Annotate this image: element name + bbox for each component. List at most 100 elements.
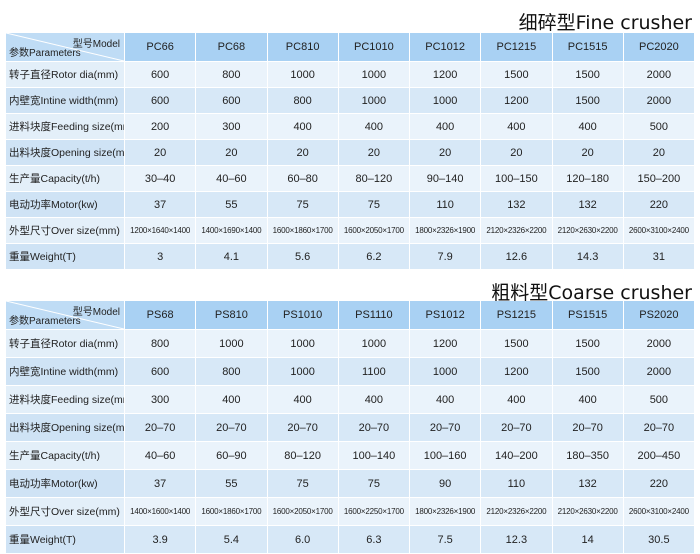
fine-crusher-title: 细碎型Fine crusher [518,12,692,34]
table-cell: 2120×2630×2200 [552,498,623,525]
table-cell: 2600×3100×2400 [623,218,694,243]
header-row: 型号Model 参数Parameters PS68 PS810 PS1010 PS1110… [6,301,694,329]
table-cell: 55 [196,470,267,497]
table-row: 出料块度Opening size(mm)2020202020202020 [6,140,694,165]
table-cell: 20–70 [481,414,552,441]
table-cell: 1000 [267,330,338,357]
coarse-crusher-table: 型号Model 参数Parameters PS68 PS810 PS1010 PS1110… [5,300,695,554]
table-cell: 90–140 [410,166,481,191]
table-cell: 500 [623,386,694,413]
table-cell: 90 [410,470,481,497]
table-row: 重量Weight(T) 3 4.1 5.6 6.2 7.9 12.6 14.3 31 [6,244,694,269]
model-header: PS1012 [410,301,481,329]
model-header: PS68 [125,301,196,329]
row-label: 内壁宽Intine width(mm) [6,358,124,385]
table-cell: 75 [267,470,338,497]
table-cell: 3.9 [125,526,196,553]
table-cell: 110 [481,470,552,497]
table-cell: 600 [125,62,196,87]
model-header: PS810 [196,301,267,329]
table-cell: 7.9 [410,244,481,269]
table-cell: 1200×1640×1400 [125,218,196,243]
table-cell: 2120×2326×2200 [481,498,552,525]
table-cell: 2000 [623,62,694,87]
table-cell: 80–120 [338,166,409,191]
table-cell: 1600×1860×1700 [196,498,267,525]
table-cell: 100–160 [410,442,481,469]
table-cell: 2000 [623,358,694,385]
table-cell: 1000 [410,358,481,385]
table-cell: 2600×3100×2400 [623,498,694,525]
table-cell: 1600×2250×1700 [338,498,409,525]
table-cell: 5.6 [267,244,338,269]
table-cell: 180–350 [552,442,623,469]
header-row: 型号Model 参数Parameters PC66 PC68 PC810 PC1010 PC… [6,33,694,61]
table-row: 重量Weight(T) 3.9 5.4 6.0 6.3 7.5 12.3 14 30.5 [6,526,694,553]
table-cell: 1200 [481,88,552,113]
table-cell: 1500 [552,330,623,357]
table-cell: 20 [410,140,481,165]
model-header: PS1215 [481,301,552,329]
table-cell: 2120×2630×2200 [552,218,623,243]
table-cell: 1600×2050×1700 [267,498,338,525]
table-cell: 20–70 [410,414,481,441]
table-row: 电动功率Motor(kw) 37 55 75 75 90 110 132 220 [6,470,694,497]
table-cell: 20 [481,140,552,165]
table-cell: 400 [410,386,481,413]
table-cell: 1000 [196,330,267,357]
table-cell: 20 [552,140,623,165]
table-cell: 400 [267,114,338,139]
table-cell: 20 [125,140,196,165]
table-cell: 1200 [410,330,481,357]
table-cell: 37 [125,192,196,217]
table-cell: 100–150 [481,166,552,191]
row-label: 外型尺寸Over size(mm) [6,218,124,243]
row-label: 转子直径Rotor dia(mm) [6,62,124,87]
model-header: PC1515 [552,33,623,61]
table-cell: 800 [196,62,267,87]
table-cell: 1000 [267,358,338,385]
table-cell: 60–80 [267,166,338,191]
table-cell: 20–70 [552,414,623,441]
table-cell: 1500 [481,62,552,87]
table-cell: 200–450 [623,442,694,469]
model-header: PS1110 [338,301,409,329]
model-header: PS1515 [552,301,623,329]
corner-params-label: 参数Parameters [9,48,81,59]
table-cell: 1500 [481,330,552,357]
table-cell: 220 [623,470,694,497]
table-row: 出料块度Opening size(mm)20–7020–7020–7020–70… [6,414,694,441]
table-cell: 400 [338,386,409,413]
table-cell: 1800×2326×1900 [410,218,481,243]
table-cell: 1000 [410,88,481,113]
table-cell: 40–60 [196,166,267,191]
model-header: PC810 [267,33,338,61]
corner-params-label: 参数Parameters [9,316,81,327]
table-cell: 1000 [338,62,409,87]
row-label: 电动功率Motor(kw) [6,192,124,217]
table-row: 电动功率Motor(kw) 37 55 75 75 110 132 132 220 [6,192,694,217]
corner-cell: 型号Model 参数Parameters [6,33,124,61]
table-cell: 14 [552,526,623,553]
table-cell: 4.1 [196,244,267,269]
table-cell: 400 [481,386,552,413]
table-cell: 14.3 [552,244,623,269]
table-cell: 800 [125,330,196,357]
table-cell: 75 [338,192,409,217]
table-cell: 400 [196,386,267,413]
table-cell: 1400×1600×1400 [125,498,196,525]
table-row: 转子直径Rotor dia(mm) 600 800 1000 1000 1200 1500 1… [6,62,694,87]
table-cell: 60–90 [196,442,267,469]
table-cell: 600 [125,88,196,113]
table-cell: 6.2 [338,244,409,269]
table-cell: 12.3 [481,526,552,553]
table-cell: 20–70 [125,414,196,441]
table-cell: 20 [623,140,694,165]
table-cell: 6.3 [338,526,409,553]
table-cell: 30–40 [125,166,196,191]
row-label: 重量Weight(T) [6,244,124,269]
table-cell: 1500 [552,88,623,113]
table-row: 外型尺寸Over size(mm) 1200×1640×1400 1400×1690… [6,218,694,243]
table-cell: 1500 [552,358,623,385]
row-label: 电动功率Motor(kw) [6,470,124,497]
